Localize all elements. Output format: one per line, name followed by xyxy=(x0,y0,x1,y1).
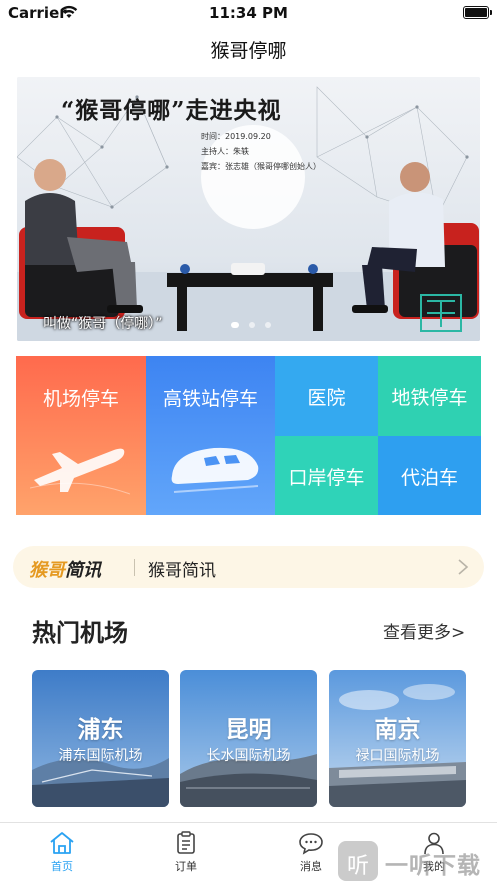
rail-station-parking-label: 高铁站停车 xyxy=(162,388,258,410)
valet-parking-tile[interactable]: 代泊车 xyxy=(378,436,481,515)
news-logo-black: 简讯 xyxy=(65,560,101,581)
banner-info-line: 时间：2019.09.20 xyxy=(201,132,271,141)
metro-parking-label: 地铁停车 xyxy=(391,387,468,409)
watermark: 听 一听下载 xyxy=(338,841,497,883)
airport-fullname: 浦东国际机场 xyxy=(58,748,143,764)
news-logo: 猴哥简讯 xyxy=(29,556,101,582)
tab-label: 消息 xyxy=(300,860,322,873)
banner-info-line: 嘉宾：张志雄（猴哥停哪创始人） xyxy=(201,162,321,171)
airport-fullname: 禄口国际机场 xyxy=(355,748,440,764)
carousel-dots[interactable] xyxy=(223,322,283,328)
hospital-parking-label: 医院 xyxy=(307,387,346,409)
watermark-badge-text: 听 xyxy=(346,854,369,879)
news-headline: 猴哥简讯 xyxy=(148,561,216,581)
carousel-dot[interactable] xyxy=(249,322,255,328)
airport-card-pudong[interactable]: 浦东 浦东国际机场 xyxy=(32,670,169,807)
rail-station-parking-tile[interactable]: 高铁站停车 xyxy=(146,356,275,515)
news-logo-orange: 猴哥 xyxy=(29,560,65,581)
tab-label: 订单 xyxy=(175,860,197,873)
valet-parking-label: 代泊车 xyxy=(400,467,458,489)
train-icon xyxy=(171,447,259,493)
view-more-link[interactable]: 查看更多> xyxy=(383,618,465,643)
battery-icon xyxy=(463,6,492,19)
watermark-text: 一听下载 xyxy=(385,853,481,879)
airport-name: 昆明 xyxy=(225,717,272,743)
banner-carousel[interactable]: “猴哥停哪”走进央视 时间：2019.09.20 主持人：朱轶 嘉宾：张志雄（猴… xyxy=(17,77,480,341)
metro-parking-tile[interactable]: 地铁停车 xyxy=(378,356,481,436)
port-parking-tile[interactable]: 口岸停车 xyxy=(275,436,378,515)
tab-home[interactable]: 首页 xyxy=(27,831,97,874)
home-icon xyxy=(50,832,74,854)
tab-messages[interactable]: 消息 xyxy=(276,831,346,874)
tab-label: 首页 xyxy=(51,860,73,873)
airport-parking-tile[interactable]: 机场停车 xyxy=(16,356,146,515)
carousel-dot[interactable] xyxy=(265,322,271,328)
hospital-parking-tile[interactable]: 医院 xyxy=(275,356,378,436)
watermark-badge: 听 xyxy=(338,841,378,881)
status-bar: Carrier 11:34 PM xyxy=(0,0,497,26)
order-icon xyxy=(177,831,195,854)
news-divider xyxy=(134,559,135,576)
clock: 11:34 PM xyxy=(209,4,288,22)
banner-headline: “猴哥停哪”走进央视 xyxy=(61,97,282,124)
port-parking-label: 口岸停车 xyxy=(288,467,365,489)
airport-fullname: 长水国际机场 xyxy=(206,748,291,764)
tab-orders[interactable]: 订单 xyxy=(151,831,221,874)
banner-caption: 叫做“猴哥（停哪）” xyxy=(43,316,163,332)
banner-info-line: 主持人：朱轶 xyxy=(201,147,249,156)
chevron-right-icon[interactable] xyxy=(456,559,470,575)
airport-parking-label: 机场停车 xyxy=(42,388,119,410)
airport-card-kunming[interactable]: 昆明 长水国际机场 xyxy=(180,670,317,807)
news-ticker[interactable]: 猴哥简讯 猴哥简讯 xyxy=(13,546,484,588)
carousel-dot[interactable] xyxy=(231,322,239,328)
message-icon xyxy=(299,833,323,855)
page-title: 猴哥停哪 xyxy=(210,40,287,62)
airplane-icon xyxy=(30,448,130,495)
airport-name: 浦东 xyxy=(77,717,124,743)
airport-card-nanjing[interactable]: 南京 禄口国际机场 xyxy=(329,670,466,807)
airport-name: 南京 xyxy=(374,717,421,743)
hot-airports-title: 热门机场 xyxy=(32,619,128,647)
